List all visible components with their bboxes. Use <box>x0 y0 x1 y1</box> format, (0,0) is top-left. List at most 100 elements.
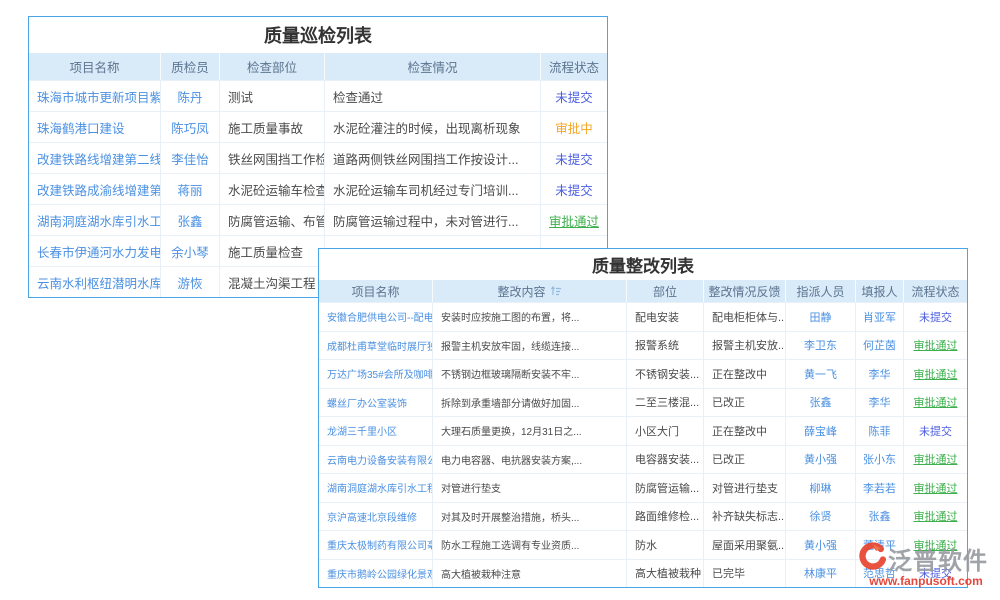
table-row: 安徽合肥供电公司--配电设备...安装时应按施工图的布置，将...配电安装配电柜… <box>319 302 967 331</box>
inspection-table-header-row: 项目名称质检员检查部位检查情况流程状态 <box>29 53 607 80</box>
project-link[interactable]: 重庆市鹅岭公园绿化景观提升... <box>319 560 433 588</box>
fanpu-watermark: 泛普软件 www.fanpusoft.com <box>856 541 996 588</box>
table-row: 云南电力设备安装有限公司20...电力电容器、电抗器安装方案,...电容器安装.… <box>319 445 967 474</box>
reporter-name[interactable]: 肖亚军 <box>856 303 904 331</box>
status-badge[interactable]: 审批通过 <box>904 389 967 417</box>
check-part-cell: 施工质量事故 <box>220 112 325 142</box>
project-link[interactable]: 龙湖三千里小区 <box>319 417 433 445</box>
status-badge[interactable]: 未提交 <box>904 417 967 445</box>
reporter-name[interactable]: 李华 <box>856 360 904 388</box>
project-link[interactable]: 珠海鹤港口建设 <box>29 112 161 142</box>
status-badge[interactable]: 审批通过 <box>541 205 607 235</box>
assignee-name[interactable]: 李卫东 <box>786 332 856 360</box>
reporter-name[interactable]: 张鑫 <box>856 503 904 531</box>
table-row: 万达广场35#会所及咖啡厅空...不锈钢边框玻璃隔断安装不牢...不锈钢安装..… <box>319 359 967 388</box>
rectify-part-cell: 小区大门 <box>627 417 704 445</box>
table-row: 湖南洞庭湖水库引水工程施工标对管进行垫支防腐管运输...对管进行垫支柳琳李若若审… <box>319 473 967 502</box>
rectify-content-cell: 对其及时开展整治措施，桥头... <box>433 503 627 531</box>
header-inspector: 质检员 <box>161 53 220 80</box>
project-link[interactable]: 改建铁路成渝线增建第... <box>29 174 161 204</box>
project-link[interactable]: 珠海市城市更新项目紫... <box>29 81 161 111</box>
assignee-name[interactable]: 黄小强 <box>786 446 856 474</box>
rectify-part-cell: 高大植被栽种 <box>627 560 704 588</box>
project-link[interactable]: 长春市伊通河水力发电... <box>29 236 161 266</box>
header-reporter: 填报人 <box>856 280 904 302</box>
header-check-situation: 检查情况 <box>325 53 541 80</box>
inspector-name[interactable]: 游恢 <box>161 267 220 297</box>
table-row: 珠海市城市更新项目紫...陈丹测试检查通过未提交 <box>29 80 607 111</box>
assignee-name[interactable]: 田静 <box>786 303 856 331</box>
header-project-name: 项目名称 <box>29 53 161 80</box>
check-situation-cell: 防腐管运输过程中，未对管进行... <box>325 205 541 235</box>
assignee-name[interactable]: 柳琳 <box>786 474 856 502</box>
table-row: 改建铁路线增建第二线...李佳怡铁丝网围挡工作检查道路两侧铁丝网围挡工作按设计.… <box>29 142 607 173</box>
status-badge[interactable]: 审批通过 <box>904 446 967 474</box>
status-badge[interactable]: 审批中 <box>541 112 607 142</box>
assignee-name[interactable]: 张鑫 <box>786 389 856 417</box>
table-row: 龙湖三千里小区大理石质量更换，12月31日之...小区大门正在整改中薛宝峰陈菲未… <box>319 416 967 445</box>
rectify-part-cell: 不锈钢安装... <box>627 360 704 388</box>
table-row: 珠海鹤港口建设陈巧凤施工质量事故水泥砼灌注的时候，出现离析现象审批中 <box>29 111 607 142</box>
status-badge[interactable]: 未提交 <box>541 174 607 204</box>
project-link[interactable]: 京沪高速北京段维修 <box>319 503 433 531</box>
status-badge[interactable]: 审批通过 <box>904 360 967 388</box>
check-part-cell: 施工质量检查 <box>220 236 325 266</box>
project-link[interactable]: 云南水利枢纽潜明水库... <box>29 267 161 297</box>
inspector-name[interactable]: 余小琴 <box>161 236 220 266</box>
check-situation-cell: 检查通过 <box>325 81 541 111</box>
reporter-name[interactable]: 李华 <box>856 389 904 417</box>
assignee-name[interactable]: 徐贤 <box>786 503 856 531</box>
rectify-part-cell: 路面维修检... <box>627 503 704 531</box>
table-row: 湖南洞庭湖水库引水工...张鑫防腐管运输、布管防腐管运输过程中，未对管进行...… <box>29 204 607 235</box>
assignee-name[interactable]: 林康平 <box>786 560 856 588</box>
rectification-table-card: 质量整改列表 项目名称整改内容部位整改情况反馈指派人员填报人流程状态 安徽合肥供… <box>318 248 968 588</box>
sort-icon[interactable] <box>550 285 562 297</box>
feedback-cell: 正在整改中 <box>704 360 786 388</box>
rectify-part-cell: 防腐管运输... <box>627 474 704 502</box>
check-part-cell: 测试 <box>220 81 325 111</box>
reporter-name[interactable]: 陈菲 <box>856 417 904 445</box>
project-link[interactable]: 湖南洞庭湖水库引水工程施工标 <box>319 474 433 502</box>
assignee-name[interactable]: 薛宝峰 <box>786 417 856 445</box>
assignee-name[interactable]: 黄一飞 <box>786 360 856 388</box>
table-row: 成都杜甫草堂临时展厅独立展...报警主机安放牢固，线缆连接...报警系统报警主机… <box>319 331 967 360</box>
status-badge[interactable]: 未提交 <box>904 303 967 331</box>
status-badge[interactable]: 审批通过 <box>904 503 967 531</box>
table-row: 京沪高速北京段维修对其及时开展整治措施，桥头...路面维修检...补齐缺失标志.… <box>319 502 967 531</box>
inspector-name[interactable]: 张鑫 <box>161 205 220 235</box>
inspector-name[interactable]: 蒋丽 <box>161 174 220 204</box>
status-badge[interactable]: 未提交 <box>541 81 607 111</box>
feedback-cell: 已改正 <box>704 389 786 417</box>
status-badge[interactable]: 审批通过 <box>904 474 967 502</box>
project-link[interactable]: 成都杜甫草堂临时展厅独立展... <box>319 332 433 360</box>
reporter-name[interactable]: 张小东 <box>856 446 904 474</box>
rectify-part-cell: 报警系统 <box>627 332 704 360</box>
feedback-cell: 屋面采用聚氨... <box>704 531 786 559</box>
project-link[interactable]: 万达广场35#会所及咖啡厅空... <box>319 360 433 388</box>
status-badge[interactable]: 审批通过 <box>904 332 967 360</box>
header-part: 部位 <box>627 280 704 302</box>
project-link[interactable]: 螺丝厂办公室装饰 <box>319 389 433 417</box>
project-link[interactable]: 安徽合肥供电公司--配电设备... <box>319 303 433 331</box>
inspector-name[interactable]: 陈丹 <box>161 81 220 111</box>
rectify-content-cell: 电力电容器、电抗器安装方案,... <box>433 446 627 474</box>
rectification-table-title: 质量整改列表 <box>319 249 967 280</box>
reporter-name[interactable]: 李若若 <box>856 474 904 502</box>
reporter-name[interactable]: 何芷茵 <box>856 332 904 360</box>
status-badge[interactable]: 未提交 <box>541 143 607 173</box>
project-link[interactable]: 云南电力设备安装有限公司20... <box>319 446 433 474</box>
feedback-cell: 配电柜柜体与... <box>704 303 786 331</box>
table-row: 改建铁路成渝线增建第...蒋丽水泥砼运输车检查水泥砼运输车司机经过专门培训...… <box>29 173 607 204</box>
rectify-content-cell: 大理石质量更换，12月31日之... <box>433 417 627 445</box>
rectify-part-cell: 电容器安装... <box>627 446 704 474</box>
check-situation-cell: 水泥砼运输车司机经过专门培训... <box>325 174 541 204</box>
project-link[interactable]: 湖南洞庭湖水库引水工... <box>29 205 161 235</box>
assignee-name[interactable]: 黄小强 <box>786 531 856 559</box>
project-link[interactable]: 重庆太极制药有限公司亳州中... <box>319 531 433 559</box>
rectify-content-cell: 拆除到承重墙部分请做好加固... <box>433 389 627 417</box>
header-check-part: 检查部位 <box>220 53 325 80</box>
inspector-name[interactable]: 李佳怡 <box>161 143 220 173</box>
inspector-name[interactable]: 陈巧凤 <box>161 112 220 142</box>
project-link[interactable]: 改建铁路线增建第二线... <box>29 143 161 173</box>
header-rectify-content[interactable]: 整改内容 <box>433 280 627 302</box>
